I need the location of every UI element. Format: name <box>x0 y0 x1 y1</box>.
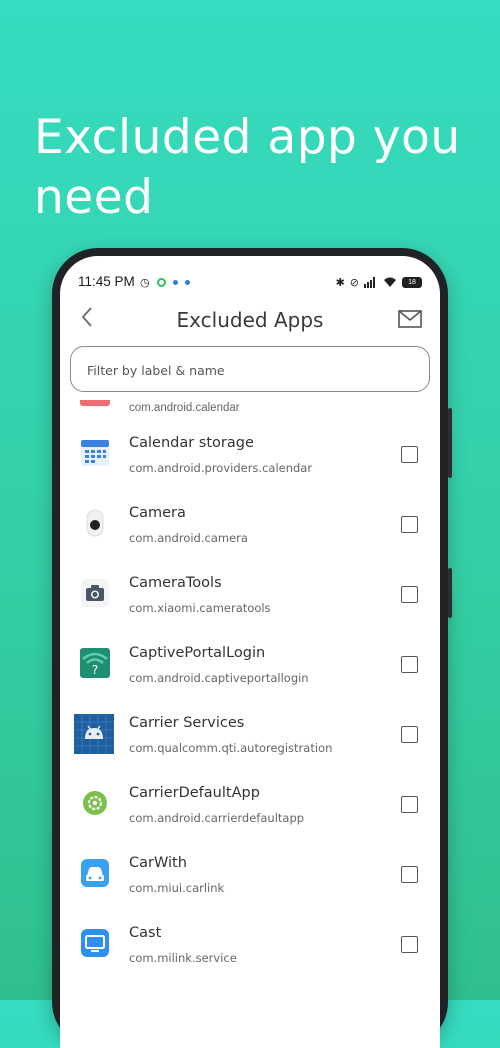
app-list[interactable]: com.android.calendar Calendar storage co… <box>60 396 440 1048</box>
app-package: com.milink.service <box>129 951 237 965</box>
app-label: Camera <box>129 505 186 521</box>
battery-icon: 18 <box>402 277 422 288</box>
page-title: Excluded Apps <box>176 308 324 332</box>
exclude-checkbox[interactable] <box>401 586 418 603</box>
exclude-checkbox[interactable] <box>401 936 418 953</box>
alarm-icon: ◷ <box>140 276 150 289</box>
app-header: Excluded Apps <box>60 300 440 344</box>
notification-icons: ◷ <box>140 276 190 289</box>
app-package: com.miui.carlink <box>129 881 225 895</box>
status-bar: 11:45 PM ◷ ✱ ⊘ 18 <box>60 274 440 294</box>
blue-dot-icon <box>172 280 178 285</box>
power-button <box>448 568 452 618</box>
volume-button <box>448 408 452 478</box>
wifi-icon <box>384 277 396 287</box>
list-item[interactable]: ? CaptivePortalLogin com.android.captive… <box>60 631 440 701</box>
exclude-checkbox[interactable] <box>401 726 418 743</box>
exclude-checkbox[interactable] <box>401 796 418 813</box>
app-label: Cast <box>129 925 162 941</box>
bluetooth-icon: ✱ <box>335 276 345 289</box>
list-item[interactable]: CarWith com.miui.carlink <box>60 841 440 911</box>
app-label: CarWith <box>129 855 187 871</box>
app-label: Carrier Services <box>129 715 245 731</box>
exclude-checkbox[interactable] <box>401 516 418 533</box>
svg-text:?: ? <box>92 663 98 677</box>
app-package: com.android.captiveportallogin <box>129 671 309 685</box>
signal-icon <box>364 277 375 288</box>
gear-icon <box>78 786 112 820</box>
status-time: 11:45 PM <box>78 274 135 289</box>
cast-icon <box>78 926 112 960</box>
calendar-icon <box>80 400 110 406</box>
exclude-checkbox[interactable] <box>401 866 418 883</box>
app-package: com.android.camera <box>129 531 248 545</box>
app-package: com.qualcomm.qti.autoregistration <box>129 741 333 755</box>
app-package: com.xiaomi.cameratools <box>129 601 271 615</box>
list-item[interactable]: Carrier Services com.qualcomm.qti.autore… <box>60 701 440 771</box>
captive-portal-icon: ? <box>78 646 112 680</box>
calendar-storage-icon <box>78 436 112 470</box>
android-robot-icon <box>74 714 114 754</box>
app-screen: 11:45 PM ◷ ✱ ⊘ 18 Excluded Apps Filter b… <box>60 256 440 1048</box>
blue-dot-icon <box>184 280 190 285</box>
app-label: CarrierDefaultApp <box>129 785 260 801</box>
mail-button[interactable] <box>398 310 422 330</box>
app-label: CaptivePortalLogin <box>129 645 266 661</box>
exclude-checkbox[interactable] <box>401 656 418 673</box>
list-item[interactable]: com.android.calendar <box>60 396 440 420</box>
cameratools-icon <box>78 576 112 610</box>
dnd-icon: ⊘ <box>349 276 359 289</box>
filter-box <box>70 346 430 393</box>
exclude-checkbox[interactable] <box>401 446 418 463</box>
app-package: com.android.calendar <box>129 402 240 414</box>
camera-icon <box>78 506 112 540</box>
system-icons: ✱ ⊘ 18 <box>336 276 422 289</box>
promo-headline: Excluded app you need <box>34 110 461 225</box>
envelope-icon <box>398 310 422 328</box>
list-item[interactable]: Camera com.android.camera <box>60 491 440 561</box>
list-item[interactable]: Cast com.milink.service <box>60 911 440 981</box>
list-item[interactable]: Calendar storage com.android.providers.c… <box>60 421 440 491</box>
green-ring-icon <box>156 278 166 287</box>
car-icon <box>78 856 112 890</box>
filter-input[interactable] <box>85 347 415 393</box>
app-label: Calendar storage <box>129 435 254 451</box>
app-package: com.android.carrierdefaultapp <box>129 811 305 825</box>
app-package: com.android.providers.calendar <box>129 461 313 475</box>
list-item[interactable]: CarrierDefaultApp com.android.carrierdef… <box>60 771 440 841</box>
phone-mockup: 11:45 PM ◷ ✱ ⊘ 18 Excluded Apps Filter b… <box>52 248 452 1048</box>
list-item[interactable]: CameraTools com.xiaomi.cameratools <box>60 561 440 631</box>
app-label: CameraTools <box>129 575 222 591</box>
